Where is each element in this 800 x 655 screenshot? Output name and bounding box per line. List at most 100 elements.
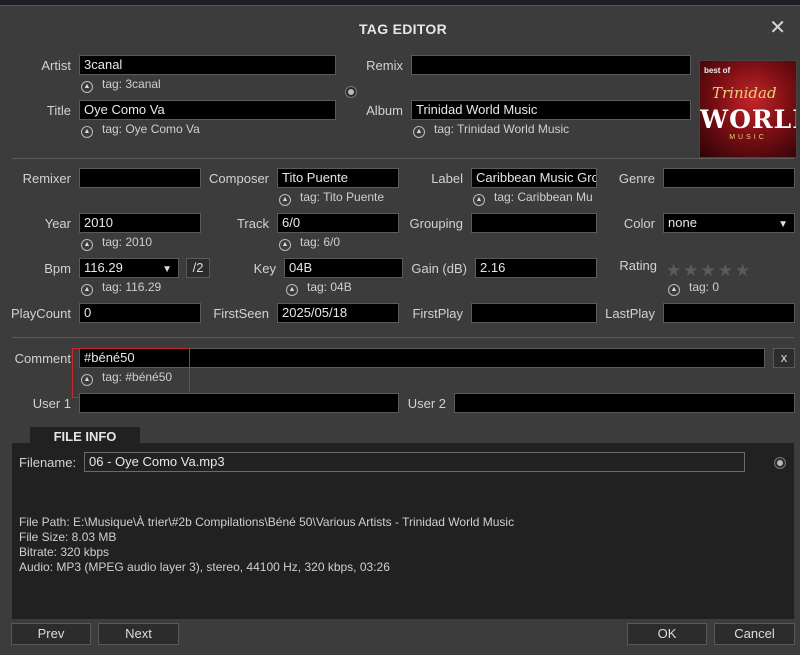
- album-tag[interactable]: ▲ tag: Trinidad World Music: [413, 122, 569, 138]
- genre-label: Genre: [618, 171, 655, 186]
- cancel-button[interactable]: Cancel: [714, 623, 795, 645]
- comment-highlight-box: [72, 348, 190, 398]
- composer-tag[interactable]: ▲ tag: Tito Puente: [279, 190, 384, 206]
- divider: [12, 158, 794, 159]
- playcount-label: PlayCount: [11, 306, 71, 321]
- color-label: Color: [623, 216, 655, 231]
- comment-clear-button[interactable]: x: [773, 348, 795, 368]
- chevron-down-icon: ▼: [778, 219, 788, 230]
- artist-tag[interactable]: ▲ tag: 3canal: [81, 77, 161, 93]
- star-icon[interactable]: ★: [701, 261, 718, 280]
- filename-option-icon[interactable]: [775, 458, 785, 468]
- color-select[interactable]: none ▼: [663, 213, 795, 233]
- composer-label: Composer: [209, 171, 269, 186]
- bpm-select[interactable]: 116.29 ▼: [79, 258, 179, 278]
- user2-input[interactable]: [454, 393, 795, 413]
- album-input[interactable]: Trinidad World Music: [411, 100, 691, 120]
- rating-label: Rating: [619, 258, 657, 273]
- artist-input[interactable]: 3canal: [79, 55, 336, 75]
- comment-label: Comment: [14, 351, 71, 366]
- lastplay-label: LastPlay: [605, 306, 655, 321]
- tag-revert-icon: ▲: [668, 284, 680, 296]
- star-icon[interactable]: ★: [735, 261, 752, 280]
- star-icon[interactable]: ★: [718, 261, 735, 280]
- file-bitrate: Bitrate: 320 kbps: [19, 545, 110, 559]
- artwork-text-2: Trinidad: [712, 84, 777, 102]
- tag-revert-icon: ▲: [279, 239, 291, 251]
- title-bar: TAG EDITOR ✕: [0, 6, 800, 52]
- track-tag-text: tag: 6/0: [300, 235, 341, 249]
- track-label: Track: [236, 216, 269, 231]
- label-label: Label: [431, 171, 463, 186]
- composer-input[interactable]: Tito Puente: [277, 168, 399, 188]
- user1-input[interactable]: [79, 393, 399, 413]
- track-input[interactable]: 6/0: [277, 213, 399, 233]
- user1-label: User 1: [32, 396, 71, 411]
- year-label: Year: [44, 216, 71, 231]
- filename-input[interactable]: 06 - Oye Como Va.mp3: [84, 452, 745, 472]
- track-tag[interactable]: ▲ tag: 6/0: [279, 235, 340, 251]
- album-label: Album: [366, 103, 403, 118]
- firstplay-label: FirstPlay: [412, 306, 463, 321]
- firstseen-label: FirstSeen: [213, 306, 269, 321]
- tag-revert-icon: ▲: [81, 239, 93, 251]
- label-tag[interactable]: ▲ tag: Caribbean Mu: [473, 190, 597, 206]
- bpm-tag[interactable]: ▲ tag: 116.29: [81, 280, 161, 296]
- title-label: Title: [46, 103, 71, 118]
- tag-revert-icon: ▲: [413, 126, 425, 138]
- label-input[interactable]: Caribbean Music Gro: [471, 168, 597, 188]
- tag-revert-icon: ▲: [81, 81, 93, 93]
- title-tag[interactable]: ▲ tag: Oye Como Va: [81, 122, 200, 138]
- filename-label: Filename:: [19, 455, 77, 470]
- genre-input[interactable]: [663, 168, 795, 188]
- tab-file-info[interactable]: FILE INFO: [30, 427, 140, 447]
- link-toggle-icon[interactable]: [346, 87, 356, 97]
- key-tag[interactable]: ▲ tag: 04B: [286, 280, 352, 296]
- tag-revert-icon: ▲: [81, 126, 93, 138]
- remix-label: Remix: [366, 58, 403, 73]
- playcount-input[interactable]: 0: [79, 303, 201, 323]
- title-input[interactable]: Oye Como Va: [79, 100, 336, 120]
- file-size: File Size: 8.03 MB: [19, 530, 117, 544]
- year-tag[interactable]: ▲ tag: 2010: [81, 235, 152, 251]
- rating-tag-text: tag: 0: [689, 280, 720, 294]
- prev-button[interactable]: Prev: [11, 623, 91, 645]
- gain-label: Gain (dB): [411, 261, 467, 276]
- firstplay-input[interactable]: [471, 303, 597, 323]
- tag-revert-icon: ▲: [81, 284, 93, 296]
- user2-label: User 2: [407, 396, 446, 411]
- close-icon[interactable]: ✕: [769, 18, 786, 38]
- lastplay-input[interactable]: [663, 303, 795, 323]
- artwork-text-4: MUSIC: [729, 134, 767, 141]
- key-input[interactable]: 04B: [284, 258, 403, 278]
- bpm-label: Bpm: [44, 261, 71, 276]
- tag-revert-icon: ▲: [473, 194, 485, 206]
- grouping-label: Grouping: [409, 216, 463, 231]
- album-artwork[interactable]: best of Trinidad WORLD MUSIC: [699, 60, 797, 158]
- remixer-input[interactable]: [79, 168, 201, 188]
- star-icon[interactable]: ★: [666, 261, 683, 280]
- composer-tag-text: tag: Tito Puente: [300, 190, 385, 204]
- gain-input[interactable]: 2.16: [475, 258, 597, 278]
- bpm-halve-button[interactable]: /2: [186, 258, 210, 278]
- year-input[interactable]: 2010: [79, 213, 201, 233]
- rating-tag[interactable]: ▲ tag: 0: [668, 280, 719, 296]
- tag-revert-icon: ▲: [286, 284, 298, 296]
- star-icon[interactable]: ★: [683, 261, 700, 280]
- dialog-title: TAG EDITOR: [358, 21, 448, 37]
- grouping-input[interactable]: [471, 213, 597, 233]
- tag-revert-icon: ▲: [279, 194, 291, 206]
- artwork-text-1: best of: [704, 66, 731, 75]
- key-label: Key: [253, 261, 276, 276]
- next-button[interactable]: Next: [98, 623, 179, 645]
- color-value: none: [668, 215, 697, 230]
- firstseen-input[interactable]: 2025/05/18: [277, 303, 399, 323]
- rating-stars[interactable]: ★★★★★: [666, 261, 752, 280]
- artwork-text-3: WORLD: [700, 105, 796, 134]
- title-tag-text: tag: Oye Como Va: [102, 122, 200, 136]
- artist-tag-text: tag: 3canal: [102, 77, 161, 91]
- ok-button[interactable]: OK: [627, 623, 707, 645]
- key-tag-text: tag: 04B: [307, 280, 352, 294]
- remix-input[interactable]: [411, 55, 691, 75]
- file-audio: Audio: MP3 (MPEG audio layer 3), stereo,…: [19, 560, 390, 574]
